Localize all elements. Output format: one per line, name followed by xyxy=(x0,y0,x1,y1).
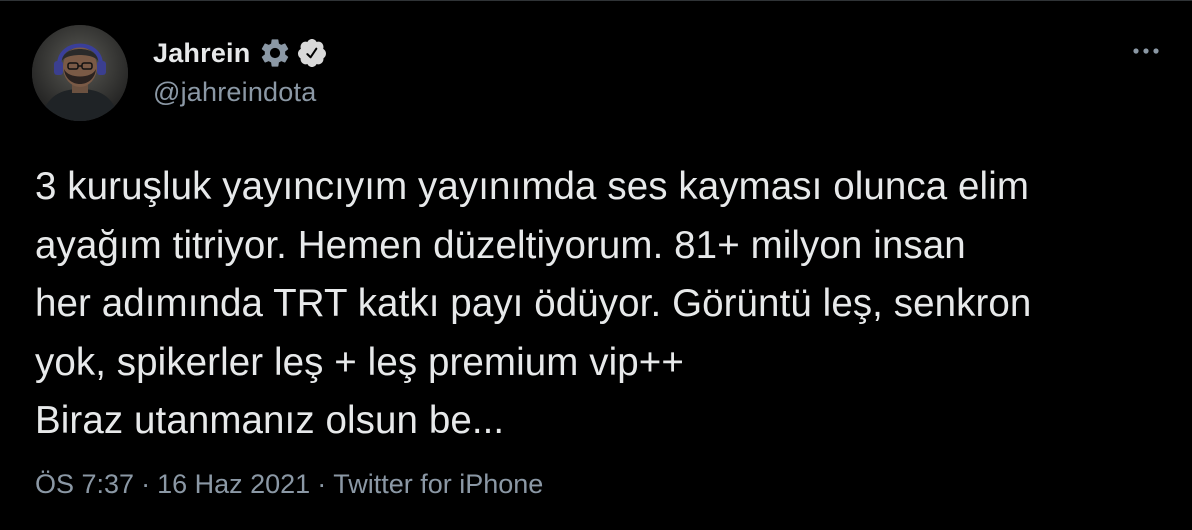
gear-icon xyxy=(258,36,292,70)
avatar-image xyxy=(32,25,128,121)
author-info: Jahrein @jahreindota xyxy=(153,35,328,108)
tweet-date-link[interactable]: 16 Haz 2021 xyxy=(157,469,310,500)
more-options-icon[interactable] xyxy=(1128,41,1164,61)
verified-badge-icon[interactable] xyxy=(296,37,328,69)
tweet-source-link[interactable]: Twitter for iPhone xyxy=(333,469,543,500)
tweet-card: Jahrein @jahreindota 3 kuruşluk yayıncıy… xyxy=(0,0,1192,530)
separator: · xyxy=(317,469,327,499)
display-name[interactable]: Jahrein xyxy=(153,38,250,69)
tweet-metadata: ÖS 7:37 · 16 Haz 2021 · Twitter for iPho… xyxy=(35,469,543,500)
avatar[interactable] xyxy=(32,25,128,121)
tweet-time-link[interactable]: ÖS 7:37 xyxy=(35,469,134,500)
name-row: Jahrein xyxy=(153,35,328,71)
tweet-text: 3 kuruşluk yayıncıyım yayınımda ses kaym… xyxy=(35,165,1032,442)
separator: · xyxy=(141,469,151,499)
author-handle[interactable]: @jahreindota xyxy=(153,77,328,108)
